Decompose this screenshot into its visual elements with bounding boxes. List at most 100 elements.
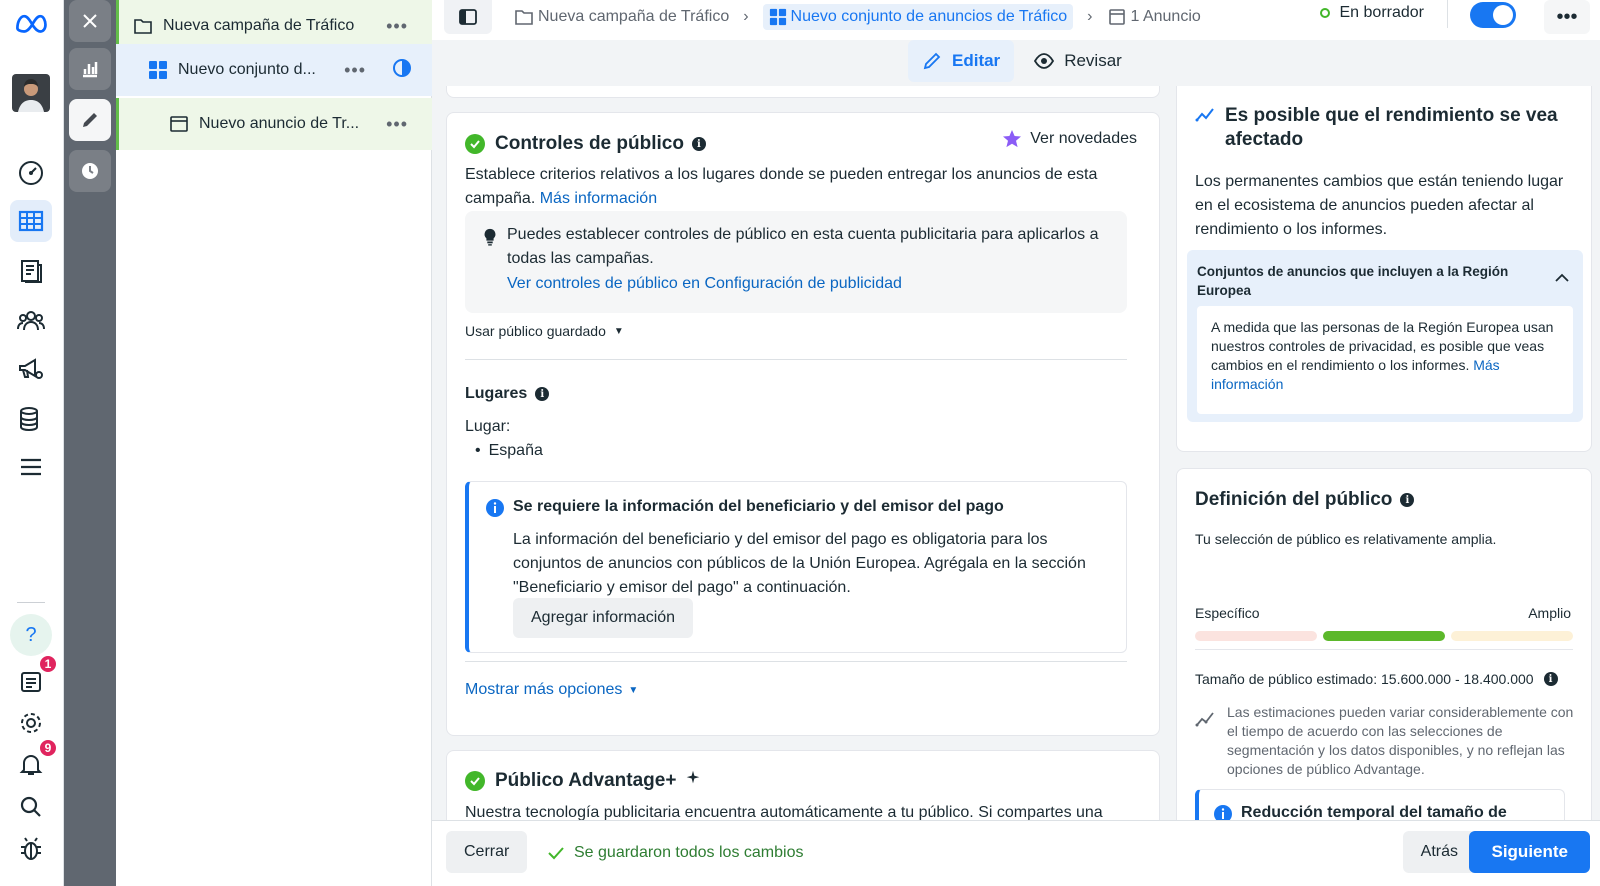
tip-text: Puedes establecer controles de público e… — [507, 226, 1099, 267]
close-icon[interactable] — [69, 0, 111, 42]
left-navigation: ? 1 9 — [0, 0, 64, 886]
menu-icon[interactable] — [10, 446, 52, 488]
ad-icon — [169, 114, 189, 134]
saved-audience-dropdown[interactable]: Usar público guardado ▼ — [465, 323, 624, 339]
info-icon[interactable]: i — [1400, 493, 1415, 507]
performance-title: Es posible que el rendimiento se vea afe… — [1225, 105, 1558, 150]
ads-manager-icon[interactable] — [10, 200, 52, 242]
half-circle-icon[interactable] — [392, 58, 412, 83]
pencil-icon[interactable] — [69, 99, 111, 141]
history-icon[interactable] — [69, 150, 111, 192]
performance-card: Es posible que el rendimiento se vea afe… — [1176, 86, 1592, 452]
dashboard-icon[interactable] — [10, 152, 52, 194]
next-button[interactable]: Siguiente — [1469, 831, 1590, 873]
previous-card-edge — [446, 86, 1160, 98]
add-info-button[interactable]: Agregar información — [513, 598, 694, 638]
bell-badge: 9 — [38, 738, 58, 758]
audience-size-label: Tamaño de público estimado: 15.600.000 -… — [1195, 671, 1534, 687]
sparkle-icon — [684, 769, 702, 793]
chevron-up-icon[interactable] — [1555, 270, 1569, 288]
grid-icon — [769, 8, 786, 26]
folder-icon — [133, 16, 153, 36]
divider — [465, 359, 1127, 360]
divider — [465, 661, 1127, 662]
tab-edit[interactable]: Editar — [908, 40, 1015, 82]
ad-settings-link[interactable]: Ver controles de público en Configuració… — [507, 275, 902, 293]
card-title: Público Advantage+ — [465, 769, 702, 793]
performance-desc: Los permanentes cambios que están tenien… — [1195, 173, 1564, 238]
audience-breadth-meter — [1195, 631, 1573, 641]
help-icon[interactable]: ? — [10, 614, 52, 656]
show-more-options[interactable]: Mostrar más opciones ▼ — [465, 681, 638, 699]
save-status: Se guardaron todos los cambios — [546, 843, 803, 863]
breadcrumb-campaign[interactable]: Nueva campaña de Tráfico — [514, 7, 729, 27]
tab-review-label: Revisar — [1064, 51, 1122, 70]
mode-tabs: Editar Revisar — [908, 40, 1136, 82]
info-icon[interactable]: i — [535, 387, 550, 401]
tree-ad-label: Nuevo anuncio de Tr... — [199, 115, 360, 132]
notification-badge: 1 — [38, 654, 58, 674]
bar-chart-icon[interactable] — [69, 48, 111, 90]
nav-divider — [17, 602, 45, 603]
trend-icon — [1195, 106, 1215, 131]
check-icon — [548, 847, 564, 860]
status-dot-icon — [1319, 8, 1330, 18]
meter-label-broad: Amplio — [1528, 605, 1571, 621]
close-button[interactable]: Cerrar — [446, 831, 528, 873]
status-badge: En borrador — [1319, 4, 1424, 22]
banner-text: La información del beneficiario y del em… — [513, 531, 1086, 596]
data-icon[interactable] — [10, 398, 52, 440]
tree-item-ad[interactable]: Nuevo anuncio de Tr... ••• — [116, 98, 432, 150]
more-options-icon[interactable]: ••• — [386, 16, 408, 37]
eu-accordion[interactable]: Conjuntos de anuncios que incluyen a la … — [1187, 250, 1583, 422]
search-icon[interactable] — [10, 786, 52, 828]
check-icon — [465, 134, 485, 154]
beneficiary-banner: Se requiere la información del beneficia… — [465, 481, 1127, 653]
sidebar-toggle-icon[interactable] — [444, 0, 492, 34]
breadcrumb-adset[interactable]: Nuevo conjunto de anuncios de Tráfico — [762, 4, 1074, 30]
bullet: • — [475, 442, 481, 459]
avatar[interactable] — [10, 72, 52, 114]
lightbulb-icon — [481, 227, 499, 252]
audiences-icon[interactable] — [10, 300, 52, 342]
whats-new-label: Ver novedades — [1030, 130, 1137, 147]
audience-definition-card: Definición del público i Tu selección de… — [1176, 468, 1592, 869]
audience-size: Tamaño de público estimado: 15.600.000 -… — [1195, 671, 1558, 687]
info-icon[interactable]: i — [1543, 672, 1558, 686]
places-title: Lugares — [465, 385, 528, 402]
caret-down-icon: ▼ — [613, 325, 624, 337]
campaign-toggle[interactable] — [1470, 2, 1516, 28]
whats-new-link[interactable]: Ver novedades — [1002, 129, 1137, 149]
tree-item-adset[interactable]: Nuevo conjunto d... ••• — [116, 44, 432, 96]
card-title: Controles de público i — [465, 133, 706, 155]
caret-down-icon: ▼ — [628, 684, 639, 696]
eye-icon — [1034, 53, 1055, 69]
more-options-icon[interactable]: ••• — [386, 114, 408, 135]
tree-adset-label: Nuevo conjunto d... — [178, 61, 316, 78]
info-circle-icon — [485, 498, 505, 523]
more-options-icon[interactable]: ••• — [344, 60, 366, 81]
bug-icon[interactable] — [10, 828, 52, 870]
accordion-title: Conjuntos de anuncios que incluyen a la … — [1197, 264, 1509, 298]
pages-icon[interactable] — [10, 250, 52, 292]
breadcrumb: Nueva campaña de Tráfico › Nuevo conjunt… — [514, 4, 1201, 30]
more-info-link[interactable]: Más información — [540, 190, 657, 207]
place-value: España — [488, 442, 543, 459]
divider — [1195, 649, 1573, 650]
back-button[interactable]: Atrás — [1402, 831, 1476, 873]
more-options-icon[interactable]: ••• — [1544, 0, 1590, 34]
info-icon[interactable]: i — [691, 137, 706, 151]
meta-logo-icon[interactable] — [10, 2, 52, 44]
meter-segment-broad — [1451, 631, 1573, 641]
folder-icon — [515, 10, 533, 25]
bell-icon[interactable]: 9 — [10, 738, 58, 786]
tab-review[interactable]: Revisar — [1020, 40, 1136, 82]
campaign-settings-icon[interactable] — [10, 348, 52, 390]
save-status-label: Se guardaron todos los cambios — [574, 844, 804, 861]
places-heading: Lugares i — [465, 385, 550, 403]
grid-icon — [148, 60, 168, 80]
saved-audience-label: Usar público guardado — [465, 323, 606, 339]
banner-title: Se requiere la información del beneficia… — [513, 498, 1004, 515]
breadcrumb-ad[interactable]: 1 Anuncio — [1107, 7, 1201, 27]
notifications-list-icon[interactable]: 1 — [10, 654, 58, 702]
